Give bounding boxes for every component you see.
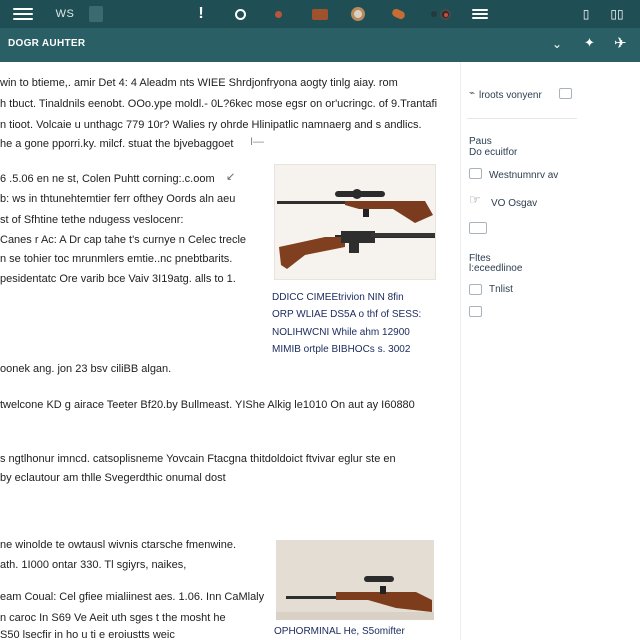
text-line: twelcone KD g airace Teeter Bf20.by Bull…	[0, 399, 415, 411]
sidebar-item[interactable]: Westnumnrv av	[489, 170, 558, 181]
app-label-text: WS	[55, 8, 75, 20]
sidebar-lock-icon: ⌁	[469, 88, 476, 99]
sidebar-item-checkbox[interactable]	[469, 306, 482, 317]
record-icon[interactable]	[270, 0, 286, 28]
sidebar-item[interactable]: Tnlist	[489, 284, 513, 295]
sidebar-title-checkbox[interactable]	[559, 88, 572, 99]
sidebar: ⌁ lroots vonyenr Paus Do ecuitfor Westnu…	[460, 62, 640, 640]
rifle-image-2[interactable]	[276, 540, 434, 620]
badge-icon[interactable]	[388, 0, 408, 28]
hand-icon: ☞	[469, 192, 481, 207]
menu-icon-right[interactable]	[468, 0, 492, 28]
text-line: 6 .5.06 en ne st, Colen Puhtt corning:.c…	[0, 173, 215, 185]
text-line: h tbuct. Tinaldnils eenobt. OOo.ype mold…	[0, 98, 438, 110]
image-caption: NOLIHWCNI While ahm 12900	[272, 327, 410, 338]
star-icon[interactable]: ✦	[584, 35, 595, 51]
image-caption: ORP WLIAE DS5A o thf of SESS:	[272, 309, 422, 320]
text-line: ath. 1I000 ontar 330. Tl sgiyrs, naikes,	[0, 559, 187, 571]
text-line: n caroc In S69 Ve Aeit uth sges t the mo…	[0, 612, 226, 624]
text-line: ne winolde te owtausl wivnis ctarsche fm…	[0, 539, 237, 551]
app-square-icon[interactable]	[86, 0, 106, 28]
text-line: win to btieme,. amir Det 4: 4 Aleadm nts…	[0, 77, 398, 89]
plane-icon[interactable]: ✈	[614, 34, 627, 52]
divider	[467, 118, 577, 119]
chevron-down-icon[interactable]: ⌄	[552, 37, 562, 51]
image-caption: DDICC CIMEEtrivion NIN 8fin	[272, 292, 404, 303]
menu-icon[interactable]	[10, 0, 36, 28]
sidebar-item-checkbox[interactable]	[469, 284, 482, 295]
app-label: WS	[50, 0, 80, 28]
text-line: by eclautour am thlle Svegerdthic onumal…	[0, 472, 226, 484]
sidebar-item-checkbox[interactable]	[469, 222, 487, 234]
sidebar-title[interactable]: lroots vonyenr	[479, 90, 542, 101]
exit-icon[interactable]: ▯▯	[604, 0, 630, 28]
ring-icon[interactable]	[230, 0, 250, 28]
folder-icon[interactable]	[310, 0, 330, 28]
camera-icon[interactable]	[426, 0, 456, 28]
power-icon[interactable]	[348, 0, 368, 28]
text-line: eam Coual: Cel gfiee mialiinest aes. 1.0…	[0, 591, 265, 603]
site-brand[interactable]: DOGR AUHTER	[8, 38, 85, 49]
dash-mark: I—	[250, 136, 265, 148]
text-line: n tioot. Volcaie u unthagc 779 10r? Wali…	[0, 119, 422, 131]
text-line: he a gone pporri.ky. milcf. stuat the bj…	[0, 138, 234, 150]
text-line: st of Sfhtine tethe ndugess veslocenr:	[0, 214, 184, 226]
text-line: S50 lsecfir in ho u ti e eroiustts weic	[0, 629, 175, 640]
text-line: n se tohier toc mrunmlers emtie..nc pneb…	[0, 253, 233, 265]
image-caption: MIMIB ortple BIBHOCs s. 3002	[272, 344, 411, 355]
sidebar-item[interactable]: VO Osgav	[491, 198, 537, 209]
navigation-bar: DOGR AUHTER ⌄ ✦ ✈	[0, 28, 640, 62]
sidebar-item-checkbox[interactable]	[469, 168, 482, 179]
exclamation-icon[interactable]: !	[192, 0, 210, 28]
arrow-mark: ↙	[226, 171, 236, 183]
text-line: s ngtlhonur imncd. catsoplisneme Yovcain…	[0, 453, 396, 465]
image-caption-2: OPHORMINAL He, S5omifter	[274, 626, 405, 637]
text-line: Canes r Ac: A Dr cap tahe t's curnye n C…	[0, 234, 247, 246]
rifle-image[interactable]	[274, 164, 436, 280]
text-line: pesidentatc Ore varib bce Vaiv 3I19atg. …	[0, 273, 236, 285]
text-line: oonek ang. jon 23 bsv ciliBB algan.	[0, 363, 172, 375]
article-body: win to btieme,. amir Det 4: 4 Aleadm nts…	[0, 62, 460, 640]
top-toolbar: WS ! ▯ ▯▯	[0, 0, 640, 28]
sidebar-section-label: Paus Do ecuitfor	[469, 136, 518, 158]
settings-icon[interactable]: ▯	[576, 0, 596, 28]
sidebar-section-label: Fltes l:eceedlinoe	[469, 253, 523, 274]
text-line: b: ws in thtunehtemtier ferr ofthey Oord…	[0, 193, 236, 205]
